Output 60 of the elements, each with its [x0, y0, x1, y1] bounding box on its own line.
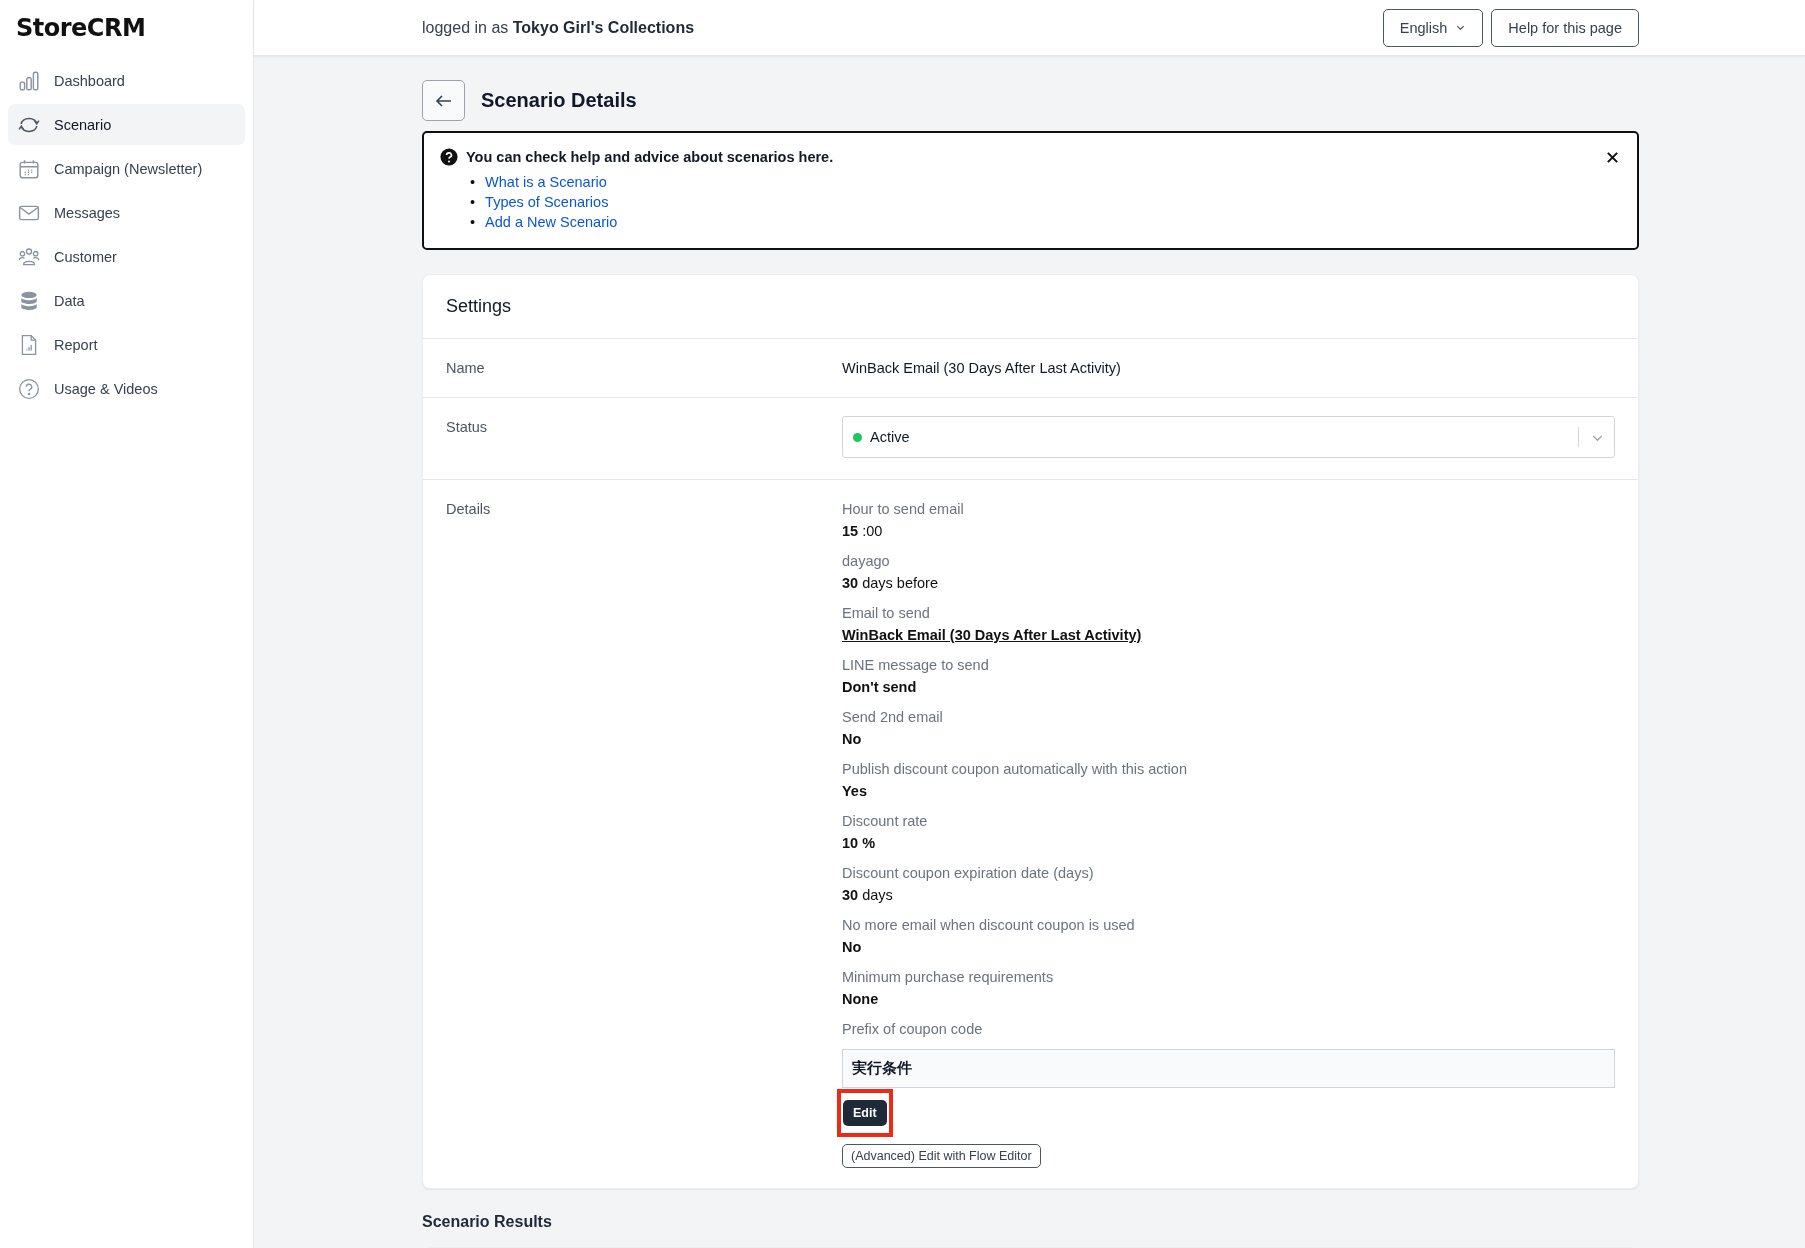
sidebar-item[interactable]: Report	[8, 324, 245, 365]
login-status: logged in as Tokyo Girl's Collections	[422, 18, 695, 37]
help-link[interactable]: What is a Scenario	[485, 172, 607, 192]
help-button[interactable]: Help for this page	[1491, 8, 1639, 47]
detail-value: No	[842, 731, 863, 747]
detail-value: None	[842, 991, 880, 1007]
detail-label: Discount coupon expiration date (days)	[842, 865, 1095, 881]
status-dropdown[interactable]: Active	[842, 416, 1615, 458]
detail-label: Publish discount coupon automatically with this action	[842, 761, 1188, 777]
sidebar-item[interactable]: Scenario	[8, 104, 245, 145]
bullet: •	[470, 213, 476, 232]
people-icon	[18, 245, 40, 268]
card-title: Settings	[423, 275, 1638, 339]
sidebar-item[interactable]: Customer	[8, 236, 245, 277]
conditions-heading: 実行条件	[852, 1060, 912, 1076]
close-icon[interactable]	[1606, 151, 1619, 164]
email-link[interactable]: WinBack Email (30 Days After Last Activity)	[842, 627, 1615, 643]
status-value: Active	[870, 429, 911, 445]
detail-value: No	[842, 939, 863, 955]
page-title: Scenario Details	[481, 89, 637, 112]
detail-label: Prefix of coupon code	[842, 1021, 984, 1037]
detail-value: 10 %	[842, 835, 877, 851]
field-value: WinBack Email (30 Days After Last Activity)	[842, 360, 1122, 376]
help-link[interactable]: Types of Scenarios	[485, 192, 609, 212]
detail-label: Email to send	[842, 605, 931, 621]
detail-label: Hour to send email	[842, 501, 965, 517]
app-logo: StoreCRM	[15, 14, 147, 42]
help-title: You can check help and advice about scenarios here.	[466, 149, 834, 165]
sidebar-item[interactable]: Campaign (Newsletter)	[8, 148, 245, 189]
detail-value: Don't send	[842, 679, 918, 695]
bullet: •	[470, 193, 476, 212]
sidebar-item[interactable]: Dashboard	[8, 60, 245, 101]
detail-label: dayago	[842, 553, 891, 569]
detail-value: 30 days	[842, 887, 894, 903]
field-label: Name	[446, 360, 486, 376]
detail-label: No more email when discount coupon is used	[842, 917, 1136, 933]
calendar-icon	[18, 157, 40, 180]
bar-chart-icon	[18, 69, 40, 92]
sidebar-item[interactable]: Data	[8, 280, 245, 321]
help-link[interactable]: Add a New Scenario	[485, 212, 618, 232]
field-label: Status	[446, 419, 489, 435]
question-circle-icon	[440, 148, 458, 166]
detail-value: 30 days before	[842, 575, 939, 591]
sidebar-item[interactable]: Usage & Videos	[8, 368, 245, 409]
database-icon	[18, 289, 40, 312]
detail-label: Minimum purchase requirements	[842, 969, 1055, 985]
language-dropdown[interactable]: English	[1382, 8, 1484, 47]
edit-button[interactable]: Edit	[843, 1100, 887, 1126]
sidebar-item[interactable]: Messages	[8, 192, 245, 233]
detail-label: LINE message to send	[842, 657, 990, 673]
detail-label: Send 2nd email	[842, 709, 944, 725]
detail-label: Discount rate	[842, 813, 929, 829]
section-title: Scenario Results	[422, 1213, 553, 1231]
bullet: •	[470, 173, 476, 192]
flow-editor-button[interactable]: (Advanced) Edit with Flow Editor	[842, 1144, 1041, 1168]
back-button[interactable]	[422, 80, 465, 121]
field-label: Details	[446, 501, 492, 517]
question-circle-icon	[18, 377, 40, 400]
detail-value: 15 :00	[842, 523, 884, 539]
detail-value: Yes	[842, 783, 868, 799]
